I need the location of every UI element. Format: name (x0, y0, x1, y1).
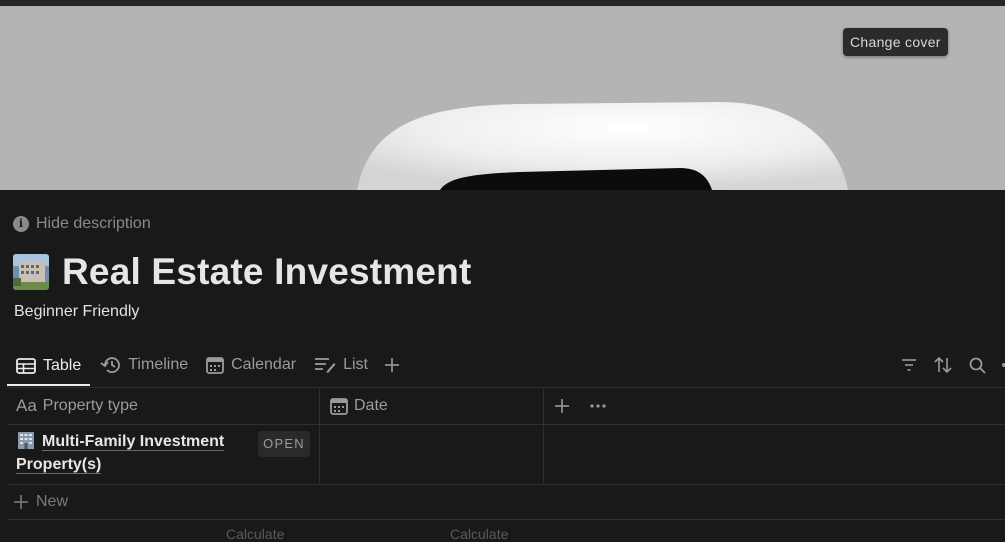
add-view-button[interactable] (377, 348, 407, 382)
tab-timeline-label: Timeline (128, 356, 189, 373)
filter-icon (902, 359, 916, 371)
tab-table[interactable]: Table (7, 348, 91, 386)
table-icon (16, 358, 36, 374)
tab-list-label: List (343, 356, 368, 373)
calculate-button[interactable]: Calculate (226, 526, 284, 542)
list-icon (315, 358, 336, 373)
row-title: Multi-Family Investment Property(s) (16, 433, 225, 474)
page-description[interactable]: Beginner Friendly (14, 303, 139, 321)
overflow-dot-icon (1002, 363, 1005, 367)
hide-description-label: Hide description (36, 215, 151, 232)
plus-icon (555, 399, 569, 413)
info-icon: i (13, 216, 29, 232)
column-header-label: Property type (42, 397, 138, 414)
header-bottom-border (7, 424, 1005, 425)
view-tools (897, 352, 1005, 378)
column-header-date[interactable]: Date (330, 388, 388, 424)
calculate-button[interactable]: Calculate (450, 526, 508, 542)
plus-icon (14, 495, 28, 509)
row-bottom-border (7, 484, 1005, 485)
tab-calendar-label: Calendar (231, 356, 297, 373)
new-row-bottom-border (7, 519, 1005, 520)
tab-table-label: Table (43, 357, 82, 374)
column-header-label: Date (354, 397, 388, 414)
calendar-icon (206, 356, 225, 374)
new-row-button[interactable]: New (14, 491, 68, 513)
more-tools-edge[interactable] (999, 353, 1005, 377)
add-property-button[interactable] (555, 388, 569, 424)
new-row-label: New (36, 493, 69, 510)
filter-button[interactable] (897, 353, 921, 377)
column-divider-1 (319, 388, 320, 484)
search-icon (969, 357, 986, 374)
page-title[interactable]: Real Estate Investment (62, 251, 472, 293)
view-tabs: Table Timeline Calendar List (7, 348, 407, 386)
tab-timeline[interactable]: Timeline (90, 348, 197, 382)
change-cover-button[interactable]: Change cover (843, 28, 948, 56)
sort-button[interactable] (931, 353, 955, 377)
search-button[interactable] (965, 353, 989, 377)
sort-icon (934, 357, 952, 373)
hide-description-button[interactable]: i Hide description (13, 214, 151, 234)
table-top-border (7, 387, 1005, 388)
column-header-property-type[interactable]: Aa Property type (16, 388, 138, 424)
ellipsis-icon (590, 404, 606, 408)
cover-image: Change cover (0, 6, 1005, 190)
timeline-icon (100, 357, 121, 373)
column-divider-2 (543, 388, 544, 484)
calendar-icon (330, 397, 348, 415)
building-photo-icon[interactable] (13, 254, 49, 290)
text-property-icon: Aa (16, 396, 37, 415)
page-header: Real Estate Investment (13, 250, 472, 294)
table-row[interactable]: Multi-Family Investment Property(s) (16, 430, 244, 476)
open-row-button[interactable]: OPEN (258, 431, 310, 457)
tab-list[interactable]: List (305, 348, 377, 382)
tab-calendar[interactable]: Calendar (197, 348, 305, 382)
more-options-button[interactable] (590, 388, 606, 424)
plus-icon (384, 358, 399, 372)
office-building-emoji (18, 432, 34, 449)
